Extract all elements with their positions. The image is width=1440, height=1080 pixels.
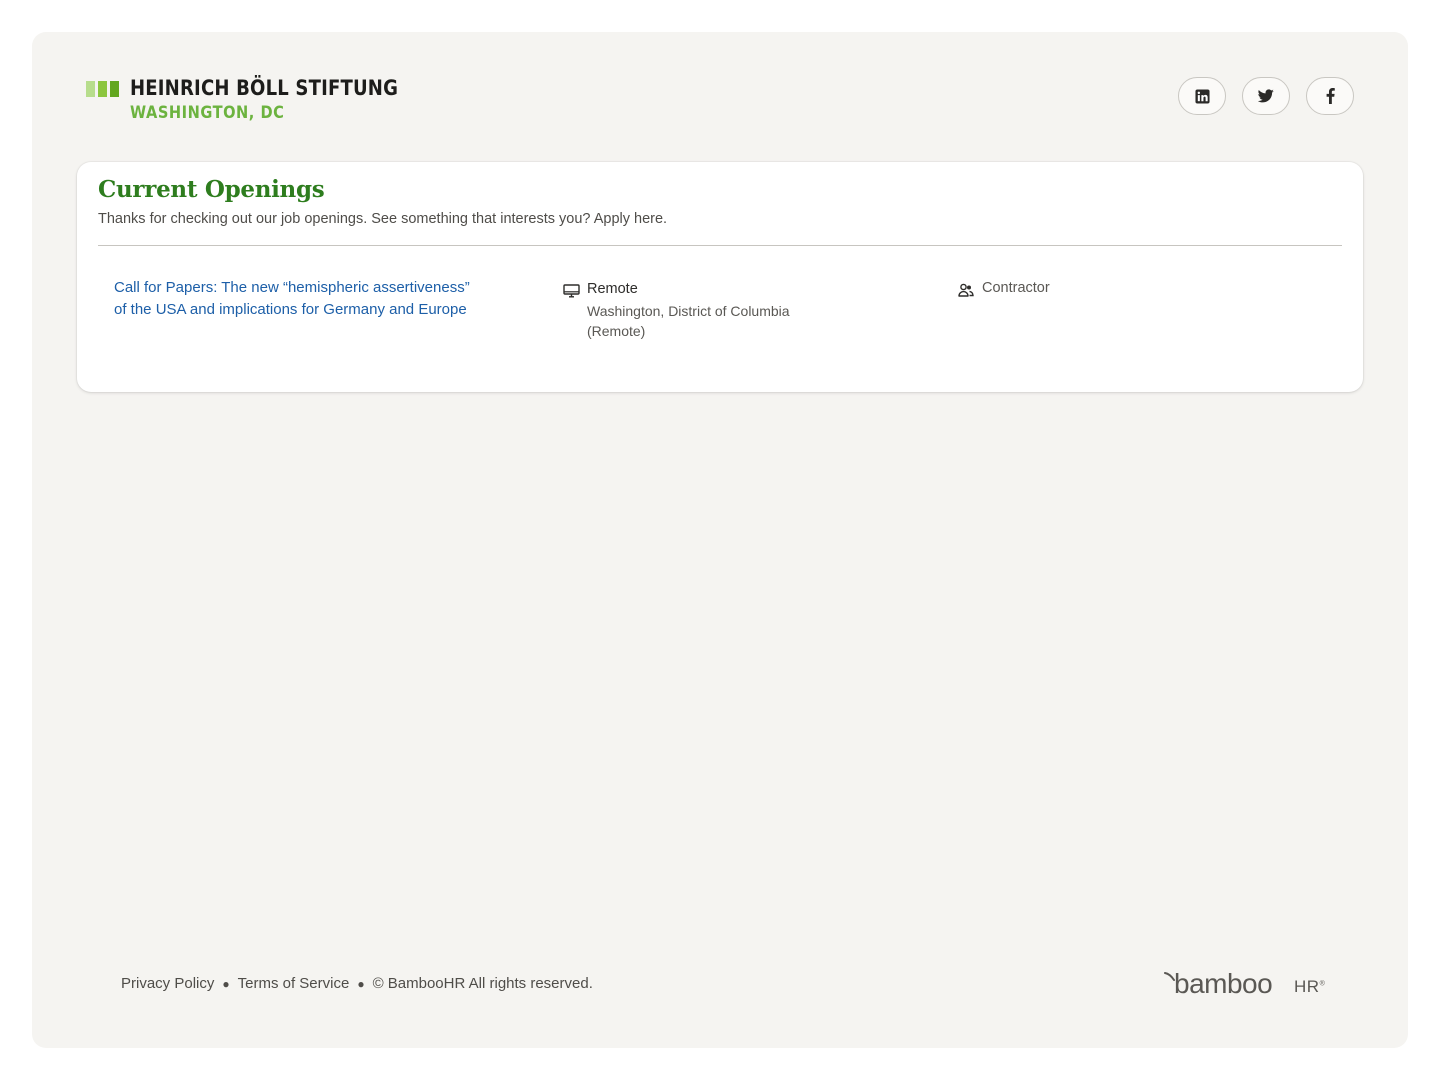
linkedin-button[interactable] xyxy=(1178,77,1226,115)
brand-wordmark: bamboo xyxy=(1174,968,1273,999)
page-frame: HEINRICH BÖLL STIFTUNG WASHINGTON, DC Cu… xyxy=(32,32,1408,1048)
privacy-policy-link[interactable]: Privacy Policy xyxy=(121,975,214,992)
facebook-button[interactable] xyxy=(1306,77,1354,115)
page-subtitle: Thanks for checking out our job openings… xyxy=(98,211,668,227)
twitter-icon xyxy=(1258,89,1274,103)
social-links xyxy=(1178,77,1354,115)
logo-bar xyxy=(98,81,107,97)
logo-subtitle: WASHINGTON, DC xyxy=(130,103,285,123)
location-type: Remote xyxy=(587,281,638,297)
logo-name: HEINRICH BÖLL STIFTUNG xyxy=(130,76,399,100)
facebook-icon xyxy=(1326,88,1335,104)
twitter-button[interactable] xyxy=(1242,77,1290,115)
brand-hr-text: HR xyxy=(1294,977,1320,996)
terms-of-service-link[interactable]: Terms of Service xyxy=(238,975,350,992)
separator-dot: ● xyxy=(357,976,365,991)
job-title-link[interactable]: Call for Papers: The new “hemispheric as… xyxy=(114,277,474,321)
monitor-icon xyxy=(563,284,580,298)
user-group-icon xyxy=(958,283,974,297)
divider xyxy=(98,245,1342,246)
page-title: Current Openings xyxy=(98,176,325,203)
location-detail: Washington, District of Columbia (Remote… xyxy=(587,303,790,339)
separator-dot: ● xyxy=(222,976,230,991)
footer-links: Privacy Policy ● Terms of Service ● © Ba… xyxy=(121,975,593,992)
logo-bars-icon xyxy=(86,81,119,97)
brand-hr: HR® xyxy=(1294,977,1325,997)
openings-card: Current Openings Thanks for checking out… xyxy=(77,162,1363,392)
trademark-symbol: ® xyxy=(1319,980,1326,988)
linkedin-icon xyxy=(1194,88,1210,104)
employment-type: Contractor xyxy=(982,280,1050,296)
logo-bar xyxy=(86,81,95,97)
copyright-text: © BambooHR All rights reserved. xyxy=(372,975,593,992)
logo-bar xyxy=(110,81,119,97)
